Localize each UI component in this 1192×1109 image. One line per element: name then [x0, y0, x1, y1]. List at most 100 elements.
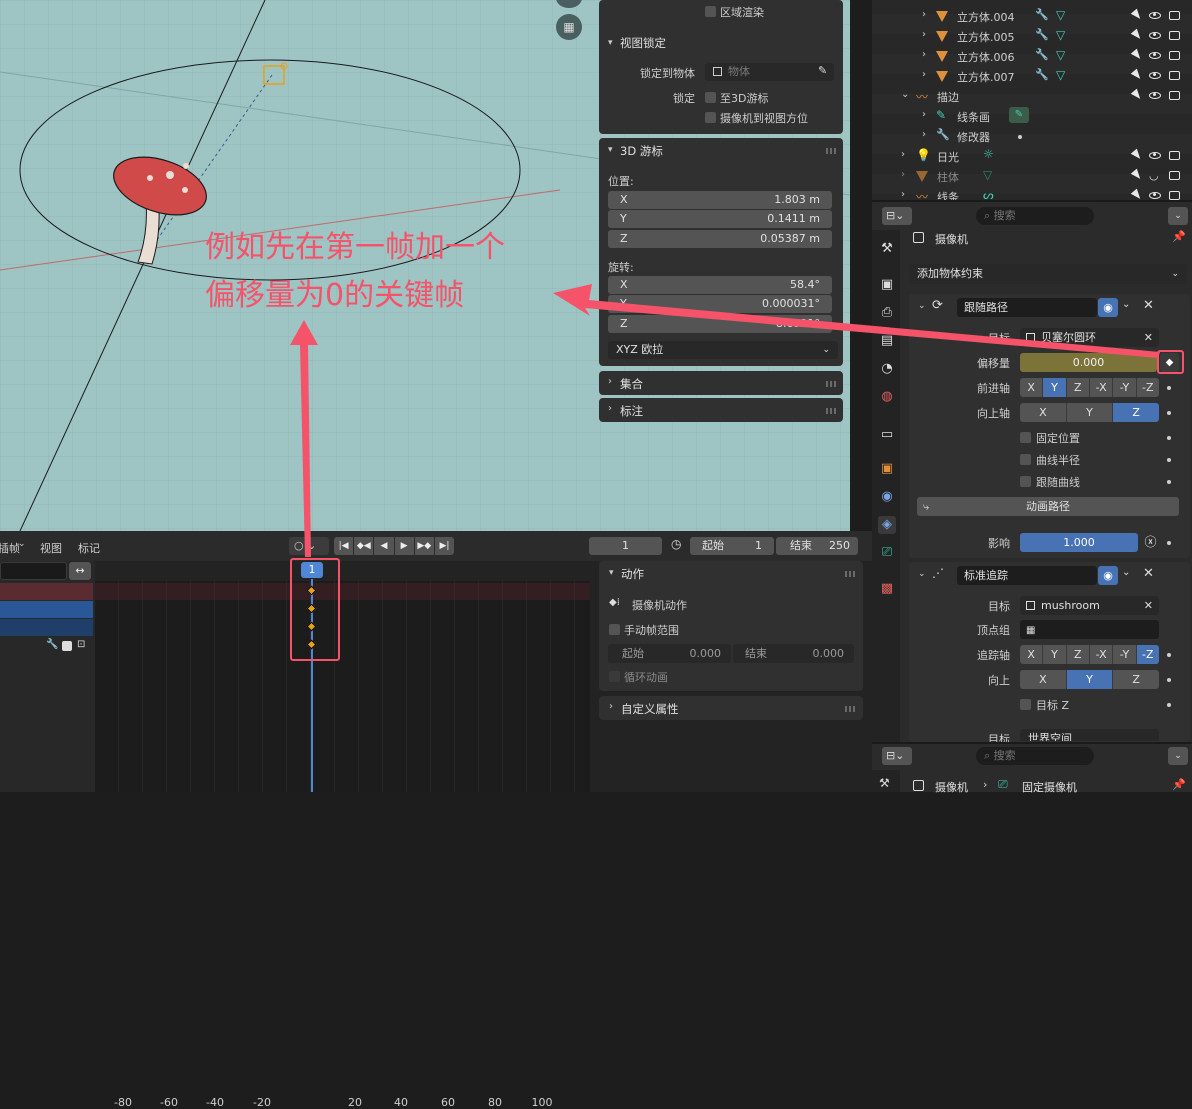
wrench-icon[interactable]: 🔧 [1035, 28, 1049, 41]
visibility-eye-icon[interactable] [1149, 32, 1161, 39]
view-layer-tab-icon[interactable]: ▤ [878, 332, 896, 350]
chevron-right-icon[interactable]: › [922, 109, 926, 120]
auto-key-toggle[interactable]: ○ ⌄ [289, 537, 329, 555]
gp-data-icon[interactable]: ✎ [1009, 107, 1029, 123]
target-space-dropdown[interactable]: 世界空间 [1020, 729, 1159, 741]
up-axis-option[interactable]: X [1020, 403, 1067, 422]
mesh-data-icon[interactable]: ▽ [1056, 68, 1065, 82]
chevron-down-icon[interactable]: ⌄ [1122, 567, 1130, 578]
outliner-item-name[interactable]: 日光 [937, 149, 959, 165]
close-icon[interactable]: ✕ [1144, 328, 1153, 347]
channel-scene[interactable] [0, 583, 93, 600]
track-up-option[interactable]: Y [1066, 670, 1114, 689]
render-camera-icon[interactable] [1169, 71, 1180, 80]
track-axis-option[interactable]: -X [1089, 645, 1114, 664]
chevron-down-icon[interactable]: ⌄ [901, 89, 909, 100]
drag-handle-icon[interactable] [826, 408, 837, 414]
rotation-mode-dropdown[interactable]: XYZ 欧拉 ⌄ [608, 341, 838, 359]
drag-handle-icon[interactable] [845, 706, 856, 712]
cursor-rot-x[interactable]: X 58.4° [608, 276, 832, 294]
keyframe-dot-icon[interactable] [1167, 458, 1171, 462]
eyedropper-icon[interactable]: ✎ [818, 64, 827, 77]
action-header[interactable]: 动作 [621, 566, 644, 582]
track-target-field[interactable]: mushroom ✕ [1020, 596, 1159, 615]
chevron-right-icon[interactable]: › [922, 9, 926, 20]
wrench-icon[interactable]: 🔧 [46, 639, 58, 650]
curve-data-icon[interactable]: ᔕ [983, 188, 994, 200]
lock-icon[interactable]: ⊡ [77, 639, 85, 650]
play-reverse-icon[interactable]: ◀ [374, 537, 394, 555]
chevron-right-icon[interactable]: › [922, 69, 926, 80]
tool-tab-icon[interactable]: ⚒ [878, 240, 896, 258]
keyframe-dot-icon[interactable] [1167, 386, 1171, 390]
close-icon[interactable]: ✕ [1143, 298, 1154, 313]
wrench-icon[interactable]: 🔧 [1035, 68, 1049, 81]
chevron-down-icon[interactable]: ▾ [609, 568, 614, 578]
enable-eye-icon[interactable]: ◉ [1098, 566, 1118, 585]
chevron-down-icon[interactable]: ▾ [608, 145, 613, 155]
forward-axis-option[interactable]: X [1020, 378, 1044, 397]
mesh-data-icon[interactable]: ▽ [1056, 8, 1065, 22]
chevron-down-icon[interactable]: ⌄ [918, 301, 926, 311]
close-icon[interactable]: ✕ [1144, 596, 1153, 615]
disable-keep-transform-icon[interactable]: ⓧ [1141, 533, 1160, 552]
output-tab-icon[interactable]: ⎙ [878, 304, 896, 322]
render-camera-icon[interactable] [1169, 91, 1180, 100]
lock-camera-checkbox[interactable] [705, 112, 716, 123]
region-render-checkbox[interactable] [705, 6, 716, 17]
world-tab-icon[interactable]: ◍ [878, 388, 896, 406]
chevron-down-icon[interactable]: ▾ [608, 38, 613, 48]
editor-type-button[interactable]: ⊟⌄ [882, 207, 912, 225]
follow-curve-checkbox[interactable] [1020, 476, 1031, 487]
forward-axis-option[interactable]: -X [1089, 378, 1114, 397]
options-dropdown[interactable]: ⌄ [1168, 207, 1188, 225]
mesh-data-icon[interactable]: ▽ [1056, 48, 1065, 62]
up-axis-option[interactable]: Z [1113, 403, 1159, 422]
start-frame-field[interactable]: 起始 1 [690, 537, 774, 555]
chevron-down-icon[interactable]: ⌄ [918, 569, 926, 579]
forward-axis-option[interactable]: -Z [1136, 378, 1159, 397]
outliner-item-name[interactable]: 线条 [937, 189, 959, 200]
render-camera-icon[interactable] [1169, 191, 1180, 200]
cursor-rot-y[interactable]: Y 0.000031° [608, 295, 832, 313]
influence-slider[interactable]: 1.000 [1020, 533, 1138, 552]
physics-tab-icon[interactable]: ◉ [878, 488, 896, 506]
collection-tab-icon[interactable]: ▭ [878, 426, 896, 444]
follow-path-name-field[interactable]: 跟随路径 [957, 298, 1097, 317]
constraint-tab-icon[interactable]: ◈ [878, 516, 896, 534]
offset-field[interactable]: 0.000 [1020, 353, 1157, 372]
manual-range-checkbox[interactable] [609, 624, 620, 635]
render-camera-icon[interactable] [1169, 11, 1180, 20]
outliner-item-name[interactable]: 修改器 [957, 129, 990, 145]
visibility-eye-icon[interactable] [1149, 12, 1161, 19]
outliner-item-name[interactable]: 线条画 [957, 109, 990, 125]
chevron-right-icon[interactable]: › [901, 149, 905, 160]
properties-search-input-2[interactable]: ⌕ 搜索 [976, 747, 1094, 765]
render-tab-icon[interactable]: ▣ [878, 276, 896, 294]
keyframe-dot-icon[interactable] [1167, 436, 1171, 440]
cursor-header[interactable]: 3D 游标 [620, 143, 663, 159]
play-icon[interactable]: ▶ [394, 537, 414, 555]
target-z-checkbox[interactable] [1020, 699, 1031, 710]
keyframe-dot-icon[interactable] [1167, 480, 1171, 484]
curve-radius-checkbox[interactable] [1020, 454, 1031, 465]
end-frame-field[interactable]: 结束 250 [776, 537, 858, 555]
track-axis-option[interactable]: Y [1043, 645, 1067, 664]
keyframe-dot-icon[interactable] [1167, 653, 1171, 657]
target-field[interactable]: 贝塞尔圆环 ✕ [1020, 328, 1159, 347]
menu-keying[interactable]: 插帧 [0, 540, 20, 556]
lock-to-object-field[interactable]: 物体 [705, 63, 834, 81]
cursor-loc-x[interactable]: X 1.803 m [608, 191, 832, 209]
track-axis-option[interactable]: -Z [1136, 645, 1159, 664]
track-axis-option[interactable]: X [1020, 645, 1044, 664]
visibility-eye-icon[interactable] [1149, 192, 1161, 199]
camera-data-tab-icon[interactable]: ⎚ [878, 544, 896, 562]
outliner-item-name[interactable]: 立方体.006 [957, 49, 1015, 65]
jump-end-icon[interactable]: ▶| [434, 537, 455, 555]
visibility-eye-icon[interactable] [1149, 92, 1161, 99]
hidden-eye-icon[interactable]: ◡ [1149, 169, 1159, 182]
render-camera-icon[interactable] [1169, 151, 1180, 160]
channel-checkbox[interactable] [62, 641, 72, 651]
outliner-item-name[interactable]: 描边 [937, 89, 959, 105]
menu-view[interactable]: 视图 [40, 540, 62, 556]
